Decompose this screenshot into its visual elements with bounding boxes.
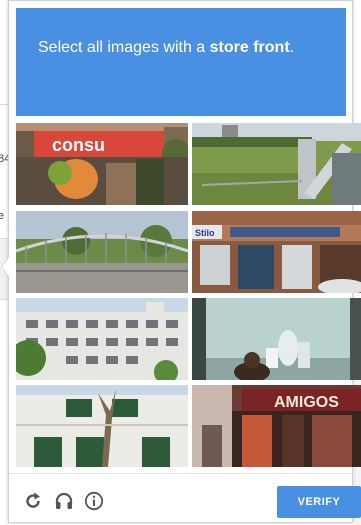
popup-arrow-inner [2,257,9,277]
prompt-suffix: . [289,39,295,56]
image-tile-2[interactable] [192,123,361,205]
captcha-header: Select all images with a store front. [16,8,346,116]
tile-image: AMIGOS [192,385,361,467]
tile-image [192,298,361,380]
background-text: e [0,210,5,222]
image-tile-8[interactable]: AMIGOS [192,385,361,467]
image-tile-7[interactable] [16,385,188,467]
reload-icon[interactable] [23,491,43,511]
image-tile-3[interactable] [16,211,188,293]
tile-sign-text: consu [52,135,105,155]
prompt-target: store front [209,39,290,56]
tile-image [16,298,188,380]
headphones-icon[interactable] [54,491,74,511]
captcha-footer: VERIFY [9,473,361,524]
image-tile-1[interactable]: consu [16,123,188,205]
captcha-challenge: Select all images with a store front. co… [8,0,361,524]
tile-image: consu [16,123,188,205]
tile-sign-text: AMIGOS [274,394,339,411]
image-tile-4[interactable]: Stilo [192,211,361,293]
info-icon[interactable] [84,491,104,511]
image-tile-6[interactable] [192,298,361,380]
tile-sign-text: Stilo [195,228,215,238]
tile-image [16,211,188,293]
tile-image: Stilo [192,211,361,293]
verify-button[interactable]: VERIFY [277,486,361,518]
tile-image [16,385,188,467]
prompt-text: Select all images with a [38,39,210,56]
image-grid: consu Stilo AMIGOS [16,123,361,471]
image-tile-5[interactable] [16,298,188,380]
tile-image [192,123,361,205]
